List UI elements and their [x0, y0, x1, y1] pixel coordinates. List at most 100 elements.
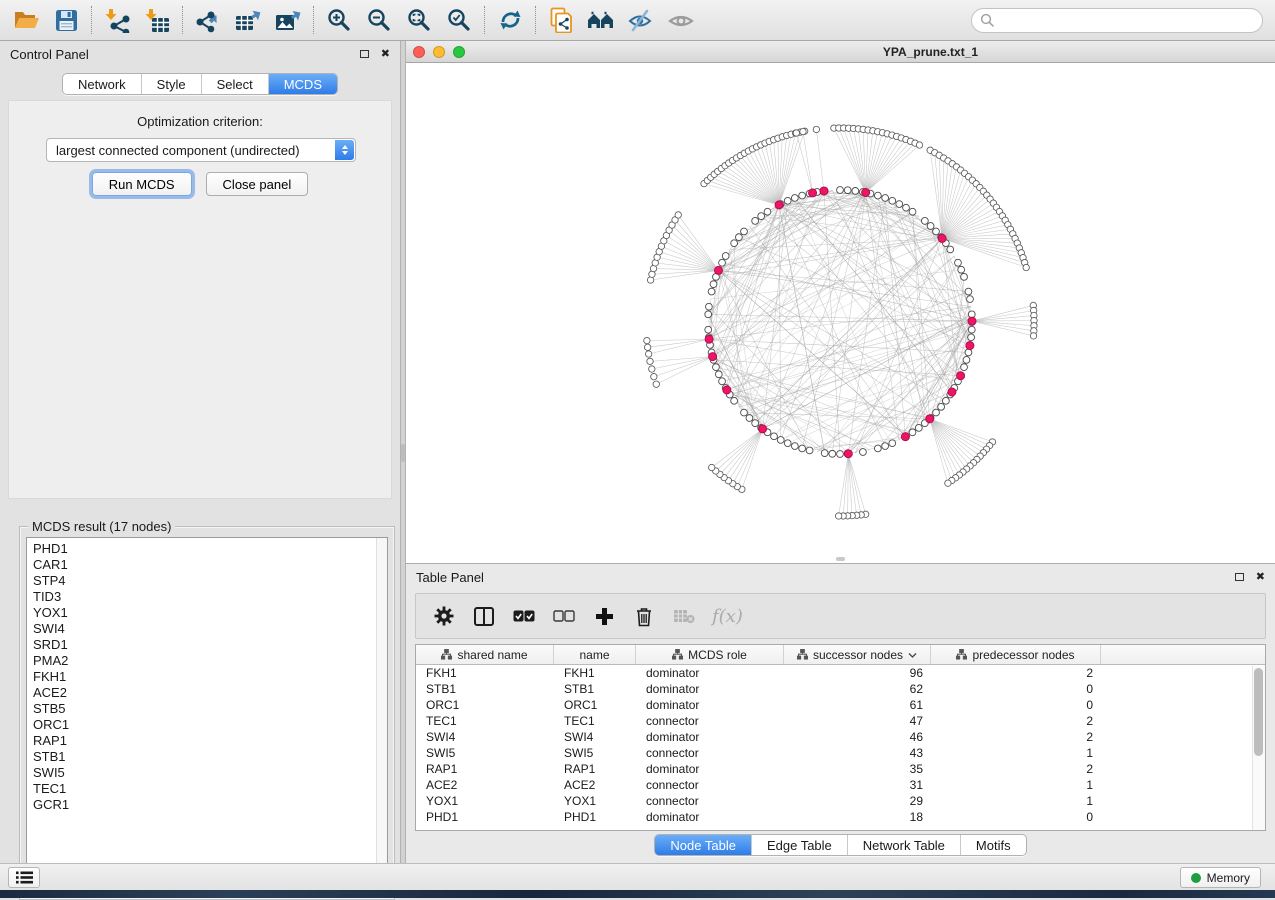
- mcds-result-item[interactable]: GCR1: [33, 797, 387, 813]
- refresh-view-button[interactable]: [490, 4, 530, 36]
- import-table-button[interactable]: [137, 4, 177, 36]
- mcds-result-item[interactable]: FKH1: [33, 669, 387, 685]
- cell[interactable]: SWI5: [554, 746, 636, 760]
- cell[interactable]: 2: [931, 666, 1101, 680]
- table-scrollbar-thumb[interactable]: [1254, 668, 1263, 756]
- tab-mcds[interactable]: MCDS: [268, 74, 337, 94]
- zoom-in-button[interactable]: [319, 4, 359, 36]
- table-row-TEC1[interactable]: TEC1TEC1connector472: [416, 713, 1265, 729]
- cell[interactable]: 61: [784, 698, 931, 712]
- cell[interactable]: 43: [784, 746, 931, 760]
- duplicate-network-button[interactable]: [541, 4, 581, 36]
- cell[interactable]: RAP1: [554, 762, 636, 776]
- mcds-result-item[interactable]: CAR1: [33, 557, 387, 573]
- table-row-SWI4[interactable]: SWI4SWI4dominator462: [416, 729, 1265, 745]
- tab-select[interactable]: Select: [201, 74, 268, 94]
- mcds-result-item[interactable]: ORC1: [33, 717, 387, 733]
- tab-style[interactable]: Style: [141, 74, 201, 94]
- cell[interactable]: FKH1: [416, 666, 554, 680]
- cell[interactable]: 0: [931, 810, 1101, 824]
- cell[interactable]: 1: [931, 778, 1101, 792]
- tab-edge-table[interactable]: Edge Table: [751, 835, 847, 855]
- cell[interactable]: SWI4: [554, 730, 636, 744]
- cell[interactable]: SWI4: [416, 730, 554, 744]
- tab-motifs[interactable]: Motifs: [960, 835, 1026, 855]
- cell[interactable]: 47: [784, 714, 931, 728]
- cell[interactable]: connector: [636, 714, 784, 728]
- cell[interactable]: dominator: [636, 810, 784, 824]
- column-header-shared-name[interactable]: shared name: [416, 645, 554, 664]
- cell[interactable]: connector: [636, 778, 784, 792]
- cell[interactable]: 0: [931, 698, 1101, 712]
- mcds-result-item[interactable]: YOX1: [33, 605, 387, 621]
- cell[interactable]: 0: [931, 682, 1101, 696]
- zoom-fit-button[interactable]: [399, 4, 439, 36]
- export-table-button[interactable]: [228, 4, 268, 36]
- cell[interactable]: dominator: [636, 730, 784, 744]
- cell[interactable]: 2: [931, 762, 1101, 776]
- zoom-out-button[interactable]: [359, 4, 399, 36]
- mcds-result-item[interactable]: RAP1: [33, 733, 387, 749]
- criterion-select[interactable]: largest connected component (undirected): [46, 138, 356, 162]
- cell[interactable]: 31: [784, 778, 931, 792]
- mcds-result-item[interactable]: STP4: [33, 573, 387, 589]
- show-all-button[interactable]: [661, 4, 701, 36]
- float-table-panel-icon[interactable]: [1235, 573, 1244, 581]
- column-header-name[interactable]: name: [554, 645, 636, 664]
- mcds-result-item[interactable]: SRD1: [33, 637, 387, 653]
- mcds-list-scrollbar[interactable]: [376, 538, 387, 890]
- cell[interactable]: connector: [636, 746, 784, 760]
- first-neighbors-button[interactable]: [581, 4, 621, 36]
- cell[interactable]: SWI5: [416, 746, 554, 760]
- zoom-selected-button[interactable]: [439, 4, 479, 36]
- open-file-button[interactable]: [6, 4, 46, 36]
- cell[interactable]: ACE2: [554, 778, 636, 792]
- mcds-result-item[interactable]: STB5: [33, 701, 387, 717]
- cell[interactable]: dominator: [636, 666, 784, 680]
- column-header-successor-nodes[interactable]: successor nodes: [784, 645, 931, 664]
- cell[interactable]: ORC1: [416, 698, 554, 712]
- mcds-result-item[interactable]: SWI4: [33, 621, 387, 637]
- table-row-ACE2[interactable]: ACE2ACE2connector311: [416, 777, 1265, 793]
- cell[interactable]: 2: [931, 730, 1101, 744]
- settings-gear-icon[interactable]: [432, 604, 456, 628]
- mcds-result-list[interactable]: PHD1CAR1STP4TID3YOX1SWI4SRD1PMA2FKH1ACE2…: [26, 537, 388, 891]
- close-panel-icon[interactable]: ✖: [381, 49, 390, 60]
- tab-network[interactable]: Network: [63, 74, 141, 94]
- table-row-SWI5[interactable]: SWI5SWI5connector431: [416, 745, 1265, 761]
- table-row-ORC1[interactable]: ORC1ORC1dominator610: [416, 697, 1265, 713]
- table-row-STB1[interactable]: STB1STB1dominator620: [416, 681, 1265, 697]
- tab-node-table[interactable]: Node Table: [655, 835, 751, 855]
- mcds-result-item[interactable]: TEC1: [33, 781, 387, 797]
- cell[interactable]: 96: [784, 666, 931, 680]
- cell[interactable]: STB1: [554, 682, 636, 696]
- cell[interactable]: 1: [931, 746, 1101, 760]
- cell[interactable]: 1: [931, 794, 1101, 808]
- network-titlebar[interactable]: YPA_prune.txt_1: [406, 41, 1275, 63]
- cell[interactable]: dominator: [636, 682, 784, 696]
- splitter-grip[interactable]: [401, 444, 405, 462]
- table-row-FKH1[interactable]: FKH1FKH1dominator962: [416, 665, 1265, 681]
- cell[interactable]: 62: [784, 682, 931, 696]
- cell[interactable]: TEC1: [554, 714, 636, 728]
- deselect-all-icon[interactable]: [552, 604, 576, 628]
- table-scrollbar[interactable]: [1252, 666, 1265, 830]
- cell[interactable]: RAP1: [416, 762, 554, 776]
- network-splitter-grip[interactable]: [836, 557, 845, 561]
- cell[interactable]: 46: [784, 730, 931, 744]
- save-session-button[interactable]: [46, 4, 86, 36]
- memory-button[interactable]: Memory: [1180, 867, 1261, 888]
- float-panel-icon[interactable]: [360, 50, 369, 58]
- mcds-result-item[interactable]: ACE2: [33, 685, 387, 701]
- table-row-RAP1[interactable]: RAP1RAP1dominator352: [416, 761, 1265, 777]
- cell[interactable]: FKH1: [554, 666, 636, 680]
- table-row-PHD1[interactable]: PHD1PHD1dominator180: [416, 809, 1265, 825]
- delete-row-icon[interactable]: [632, 604, 656, 628]
- mcds-result-item[interactable]: PMA2: [33, 653, 387, 669]
- column-header-MCDS-role[interactable]: MCDS role: [636, 645, 784, 664]
- run-mcds-button[interactable]: Run MCDS: [92, 172, 192, 196]
- hide-selected-button[interactable]: [621, 4, 661, 36]
- export-network-button[interactable]: [188, 4, 228, 36]
- mcds-result-item[interactable]: SWI5: [33, 765, 387, 781]
- cell[interactable]: dominator: [636, 698, 784, 712]
